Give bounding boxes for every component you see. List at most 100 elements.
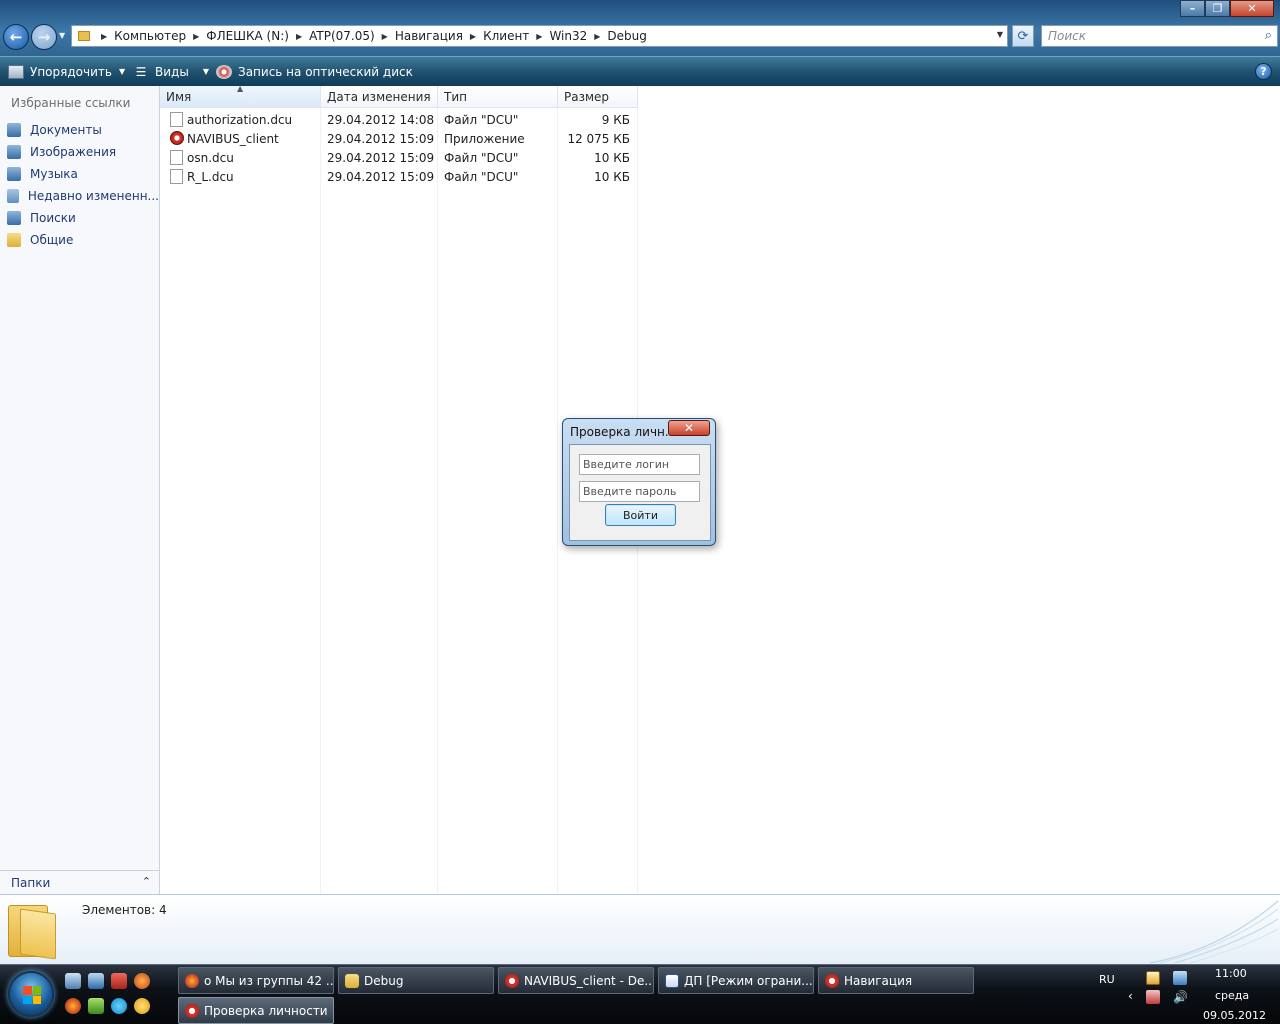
favorite-public[interactable]: Общие bbox=[0, 229, 159, 251]
searches-icon bbox=[7, 211, 21, 225]
search-input[interactable]: Поиск ⌕ bbox=[1041, 25, 1278, 47]
login-button[interactable]: Войти bbox=[605, 504, 676, 526]
file-row[interactable]: osn.dcu 29.04.2012 15:09 Файл "DCU" 10 К… bbox=[160, 148, 640, 167]
task-debug-folder[interactable]: Debug bbox=[338, 967, 494, 994]
favorite-music[interactable]: Музыка bbox=[0, 163, 159, 185]
music-icon bbox=[7, 167, 21, 181]
help-icon: ? bbox=[1260, 65, 1267, 78]
notification-icon[interactable] bbox=[1146, 971, 1160, 985]
column-divider bbox=[437, 108, 438, 894]
column-header-size[interactable]: Размер bbox=[558, 86, 638, 108]
minimize-button[interactable]: – bbox=[1180, 0, 1205, 17]
pictures-icon bbox=[7, 145, 21, 159]
firefox-icon bbox=[185, 973, 199, 988]
pdf-reader-icon[interactable] bbox=[111, 973, 127, 989]
app-icon bbox=[825, 973, 839, 988]
search-placeholder: Поиск bbox=[1048, 29, 1087, 43]
favorite-recent[interactable]: Недавно измененн... bbox=[0, 185, 159, 207]
column-header-name[interactable]: Имя ▲ bbox=[160, 84, 321, 108]
maximize-button[interactable]: ❐ bbox=[1205, 0, 1230, 17]
volume-icon[interactable]: 🔊 bbox=[1173, 990, 1188, 1004]
file-row[interactable]: authorization.dcu 29.04.2012 14:08 Файл … bbox=[160, 110, 640, 129]
language-indicator[interactable]: RU bbox=[1099, 973, 1115, 986]
forward-button[interactable]: → bbox=[31, 24, 57, 50]
breadcrumb-debug[interactable]: ▶ Debug bbox=[587, 29, 647, 43]
favorite-documents[interactable]: Документы bbox=[0, 119, 159, 141]
task-navigation[interactable]: Навигация bbox=[818, 967, 974, 994]
network-icon[interactable] bbox=[1173, 971, 1187, 985]
password-input[interactable]: Введите пароль bbox=[579, 481, 700, 502]
task-identity-check[interactable]: Проверка личности bbox=[178, 997, 334, 1024]
navigation-pane: Избранные ссылки Документы Изображения М… bbox=[0, 86, 160, 894]
game-icon[interactable] bbox=[134, 973, 150, 989]
address-dropdown-icon[interactable]: ▼ bbox=[997, 30, 1003, 39]
favorites-title: Избранные ссылки bbox=[11, 96, 131, 110]
column-header-type[interactable]: Тип bbox=[438, 86, 558, 108]
breadcrumb-atp[interactable]: ▶ ATP(07.05) bbox=[289, 29, 375, 43]
breadcrumb-computer[interactable]: ▶ Компьютер bbox=[94, 29, 186, 43]
details-pane: Элементов: 4 bbox=[0, 894, 1280, 964]
show-desktop-icon[interactable] bbox=[65, 973, 81, 989]
windows-logo-icon bbox=[23, 986, 41, 1004]
app-icon bbox=[185, 1003, 199, 1018]
command-bar: Упорядочить ▼ ☰ Виды ▼ Запись на оптически… bbox=[0, 56, 1280, 86]
breadcrumb-navigation[interactable]: ▶ Навигация bbox=[375, 29, 463, 43]
clock-day[interactable]: среда bbox=[1215, 989, 1249, 1002]
column-divider bbox=[320, 108, 321, 894]
address-bar[interactable]: ▶ Компьютер ▶ ФЛЕШКА (N:) ▶ ATP(07.05) ▶ Нав… bbox=[71, 25, 1008, 47]
breadcrumb-flash-drive[interactable]: ▶ ФЛЕШКА (N:) bbox=[186, 29, 289, 43]
disc-icon bbox=[216, 64, 232, 79]
item-count: Элементов: 4 bbox=[82, 903, 167, 917]
folders-toggle[interactable]: Папки ⌃ bbox=[0, 870, 159, 894]
task-firefox[interactable]: о Мы из группы 42 ... bbox=[178, 967, 334, 994]
show-hidden-icons-icon[interactable]: ‹ bbox=[1128, 989, 1133, 1003]
android-icon[interactable] bbox=[88, 998, 104, 1014]
start-button[interactable] bbox=[8, 971, 54, 1017]
security-alert-icon[interactable] bbox=[1146, 990, 1160, 1004]
clock-time[interactable]: 11:00 bbox=[1215, 967, 1247, 980]
back-button[interactable]: ← bbox=[3, 24, 29, 50]
dialog-close-button[interactable]: ✕ bbox=[668, 420, 710, 436]
help-button[interactable]: ? bbox=[1255, 63, 1272, 80]
forward-arrow-icon: → bbox=[37, 28, 51, 46]
recent-pages-dropdown[interactable]: ▼ bbox=[59, 31, 65, 40]
file-icon bbox=[170, 169, 183, 184]
skype-icon[interactable] bbox=[111, 998, 127, 1014]
login-input[interactable]: Введите логин bbox=[579, 454, 700, 475]
task-word-document[interactable]: ДП [Режим ограни... bbox=[658, 967, 814, 994]
organize-icon bbox=[8, 64, 24, 79]
dialog-title: Проверка личн... bbox=[570, 425, 677, 439]
firefox-icon[interactable] bbox=[65, 998, 81, 1014]
large-folder-icon bbox=[8, 901, 60, 960]
views-button[interactable]: ☰ Виды ▼ bbox=[133, 57, 209, 86]
close-button[interactable]: ✕ bbox=[1230, 0, 1274, 17]
decorative-swoosh bbox=[1150, 900, 1279, 964]
favorites-list: Документы Изображения Музыка Недавно изм… bbox=[0, 119, 159, 251]
search-icon[interactable]: ⌕ bbox=[1265, 28, 1272, 43]
recent-icon bbox=[7, 189, 19, 203]
dialog-body: Введите логин Введите пароль Войти bbox=[569, 444, 711, 541]
breadcrumb-client[interactable]: ▶ Клиент bbox=[463, 29, 529, 43]
refresh-button[interactable]: ⟳ bbox=[1012, 25, 1034, 47]
breadcrumb-win32[interactable]: ▶ Win32 bbox=[529, 29, 587, 43]
file-list: Имя ▲ Дата изменения Тип Размер authoriz… bbox=[160, 84, 1280, 894]
login-dialog: Проверка личн... ✕ Введите логин Введите… bbox=[562, 418, 716, 546]
app-launcher-icon[interactable] bbox=[134, 998, 150, 1014]
folder-icon bbox=[345, 973, 359, 988]
organize-button[interactable]: Упорядочить ▼ bbox=[8, 57, 125, 86]
switch-windows-icon[interactable] bbox=[88, 973, 104, 989]
back-arrow-icon: ← bbox=[9, 28, 23, 46]
close-icon: ✕ bbox=[683, 421, 695, 435]
favorite-pictures[interactable]: Изображения bbox=[0, 141, 159, 163]
public-folder-icon bbox=[7, 233, 21, 247]
app-icon bbox=[505, 973, 519, 988]
task-navibus-client[interactable]: NAVIBUS_client - De... bbox=[498, 967, 654, 994]
refresh-icon: ⟳ bbox=[1017, 28, 1029, 44]
burn-disc-button[interactable]: Запись на оптический диск bbox=[216, 57, 413, 86]
column-header-date[interactable]: Дата изменения bbox=[321, 86, 438, 108]
file-row[interactable]: R_L.dcu 29.04.2012 15:09 Файл "DCU" 10 К… bbox=[160, 167, 640, 186]
favorite-searches[interactable]: Поиски bbox=[0, 207, 159, 229]
file-row[interactable]: NAVIBUS_client 29.04.2012 15:09 Приложен… bbox=[160, 129, 640, 148]
clock-date[interactable]: 09.05.2012 bbox=[1203, 1009, 1266, 1022]
file-icon bbox=[170, 150, 183, 165]
